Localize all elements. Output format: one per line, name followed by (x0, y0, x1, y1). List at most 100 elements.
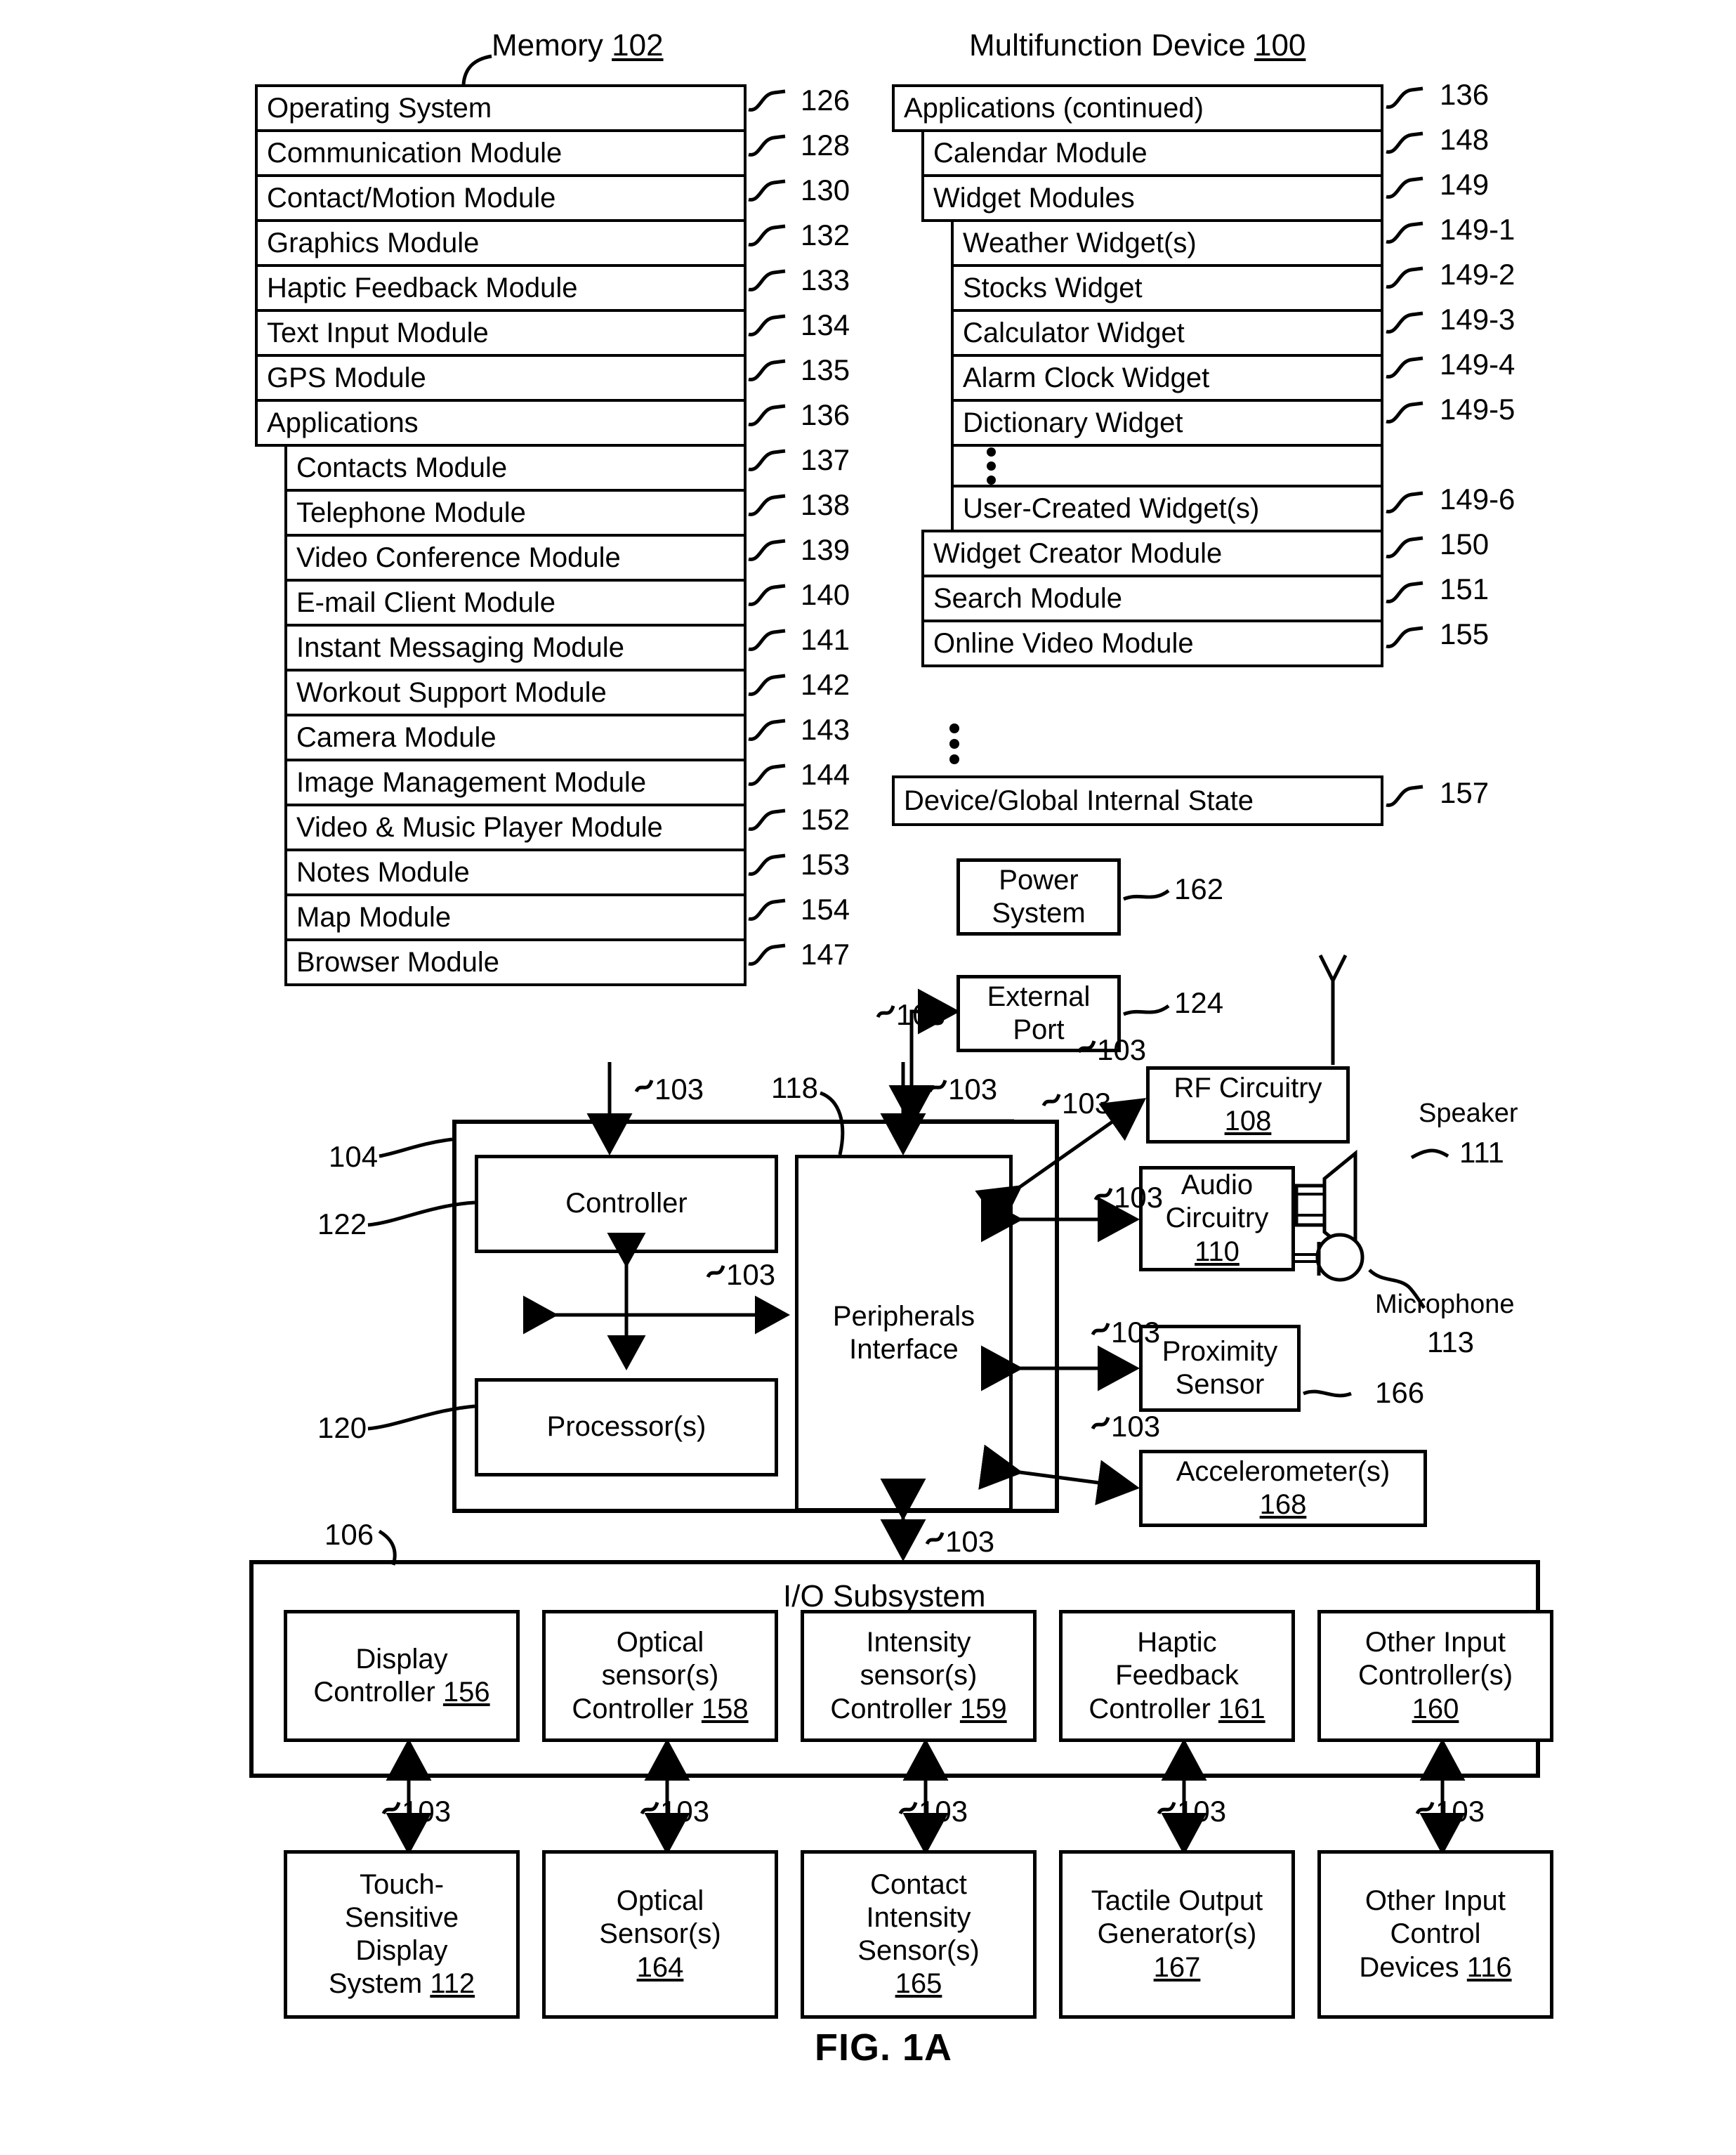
accelerometer-label: Accelerometer(s) 168 (1176, 1455, 1390, 1520)
io-dev-line1: Contact (870, 1868, 967, 1900)
io-ctrl-line1: Haptic (1137, 1627, 1217, 1658)
io-device-box: Other Input Control Devices 116 (1317, 1850, 1553, 2019)
application-row-label: Calendar Module (933, 138, 1148, 169)
memory-row-label: E-mail Client Module (296, 587, 556, 618)
ref-140: 140 (801, 578, 850, 611)
bus-ref-103: 103 (1111, 1316, 1161, 1349)
io-dev-line3: Display (355, 1935, 448, 1966)
peripherals-interface-box: Peripherals Interface (795, 1155, 1013, 1512)
ref-149-5: 149-5 (1440, 393, 1515, 426)
ref-155: 155 (1440, 617, 1490, 650)
application-row-label: User-Created Widget(s) (963, 493, 1260, 524)
io-dev-line1: Other Input (1365, 1885, 1506, 1917)
io-ctrl-line1: Other Input (1365, 1627, 1506, 1658)
audio-circuitry-label: Audio Circuitry 110 (1165, 1170, 1269, 1267)
ref-149: 149 (1440, 168, 1490, 201)
ref-142: 142 (801, 668, 850, 701)
memory-row: Video & Music Player Module (284, 804, 747, 851)
ref-120: 120 (317, 1411, 367, 1444)
io-device-box: Optical Sensor(s) 164 (542, 1850, 778, 2019)
application-row-label: Calculator Widget (963, 317, 1185, 348)
memory-row: Haptic Feedback Module (255, 264, 747, 312)
ref-149-2: 149-2 (1440, 258, 1515, 291)
io-device-label: Optical Sensor(s) 164 (546, 1854, 775, 2015)
bus-ref-103: 103 (1114, 1181, 1164, 1214)
application-row: Search Module (921, 575, 1383, 622)
io-device-label: Other Input Control Devices 116 (1321, 1854, 1550, 2015)
memory-row: Contacts Module (284, 444, 747, 492)
io-controller-label: Other Input Controller(s) 160 (1321, 1613, 1550, 1738)
application-row: Applications (continued) (892, 84, 1383, 132)
memory-row-label: Camera Module (296, 722, 497, 753)
applications-continued-list: Applications (continued) Calendar Module W… (892, 84, 1383, 667)
memory-row: Map Module (284, 893, 747, 941)
memory-row-label: Applications (267, 407, 419, 438)
memory-caption: Memory 102 (492, 28, 664, 63)
memory-row-label: Haptic Feedback Module (267, 273, 578, 303)
memory-row-label: Video & Music Player Module (296, 812, 663, 843)
memory-row: Telephone Module (284, 489, 747, 537)
io-dev-num: 112 (430, 1968, 475, 2000)
io-ctrl-num: 161 (1218, 1693, 1265, 1724)
io-dev-line3: Devices (1359, 1951, 1459, 1983)
application-row-label: Alarm Clock Widget (963, 362, 1210, 393)
controller-label: Controller (565, 1188, 688, 1219)
processors-label: Processor(s) (546, 1411, 706, 1443)
application-row-label: Widget Modules (933, 183, 1135, 214)
application-row-label: Online Video Module (933, 628, 1194, 659)
memory-row: Operating System (255, 84, 747, 132)
memory-row-label: Operating System (267, 93, 492, 124)
patent-figure-sheet: Memory 102 Multifunction Device 100 Oper… (0, 0, 1736, 2155)
io-dev-num: 167 (1153, 1951, 1201, 1983)
io-ctrl-line1: Intensity (866, 1627, 971, 1658)
bus-ref-103: 103 (948, 1073, 998, 1106)
io-dev-line4: System (328, 1968, 423, 2000)
ref-153: 153 (801, 848, 850, 881)
application-row-label: Weather Widget(s) (963, 228, 1197, 258)
ref-104: 104 (329, 1140, 379, 1173)
io-dev-line2: Sensor(s) (599, 1918, 721, 1950)
ref-162: 162 (1174, 872, 1224, 905)
bus-ref-103: 103 (919, 1795, 968, 1828)
memory-row: Communication Module (255, 129, 747, 177)
ref-137: 137 (801, 443, 850, 476)
io-controller-box: Intensity sensor(s) Controller 159 (801, 1610, 1037, 1742)
io-dev-line2: Control (1390, 1918, 1481, 1950)
io-dev-num: 164 (636, 1951, 684, 1983)
io-ctrl-line3: Controller (572, 1693, 694, 1724)
ref-154: 154 (801, 893, 850, 926)
io-dev-line3: Sensor(s) (857, 1935, 980, 1966)
ref-130: 130 (801, 173, 850, 207)
ref-148: 148 (1440, 123, 1490, 156)
ref-118: 118 (771, 1071, 818, 1104)
bus-ref-103: 103 (655, 1073, 704, 1106)
memory-row-label: Contact/Motion Module (267, 183, 556, 214)
memory-row-label: Map Module (296, 902, 452, 933)
io-ctrl-num: 159 (959, 1693, 1007, 1724)
io-ctrl-line1: Display (355, 1643, 448, 1675)
io-device-box: Touch- Sensitive Display System 112 (284, 1850, 520, 2019)
memory-row: Image Management Module (284, 759, 747, 806)
ref-134: 134 (801, 308, 850, 341)
ref-139: 139 (801, 533, 850, 566)
io-ctrl-line2: sensor(s) (860, 1660, 978, 1691)
bus-ref-103: 103 (896, 998, 946, 1031)
bus-ref-103: 103 (402, 1795, 452, 1828)
memory-row-label: Telephone Module (296, 497, 526, 528)
io-ctrl-line3: Controller (313, 1677, 435, 1708)
io-device-label: Touch- Sensitive Display System 112 (287, 1854, 516, 2015)
accelerometer-box: Accelerometer(s) 168 (1139, 1450, 1427, 1527)
io-controller-label: Display Controller 156 (287, 1613, 516, 1738)
io-device-box: Tactile Output Generator(s) 167 (1059, 1850, 1295, 2019)
application-row-label: Search Module (933, 583, 1123, 614)
io-ctrl-line3: Controller (1089, 1693, 1211, 1724)
ref-111: 111 (1459, 1136, 1504, 1169)
memory-row-label: Graphics Module (267, 228, 480, 258)
application-row-label: Stocks Widget (963, 273, 1143, 303)
bus-ref-103: 103 (1111, 1410, 1161, 1443)
io-dev-num: 116 (1466, 1951, 1512, 1983)
memory-row: Notes Module (284, 849, 747, 896)
io-controller-box: Haptic Feedback Controller 161 (1059, 1610, 1295, 1742)
memory-row-label: Text Input Module (267, 317, 489, 348)
application-row: Widget Modules (921, 174, 1383, 222)
